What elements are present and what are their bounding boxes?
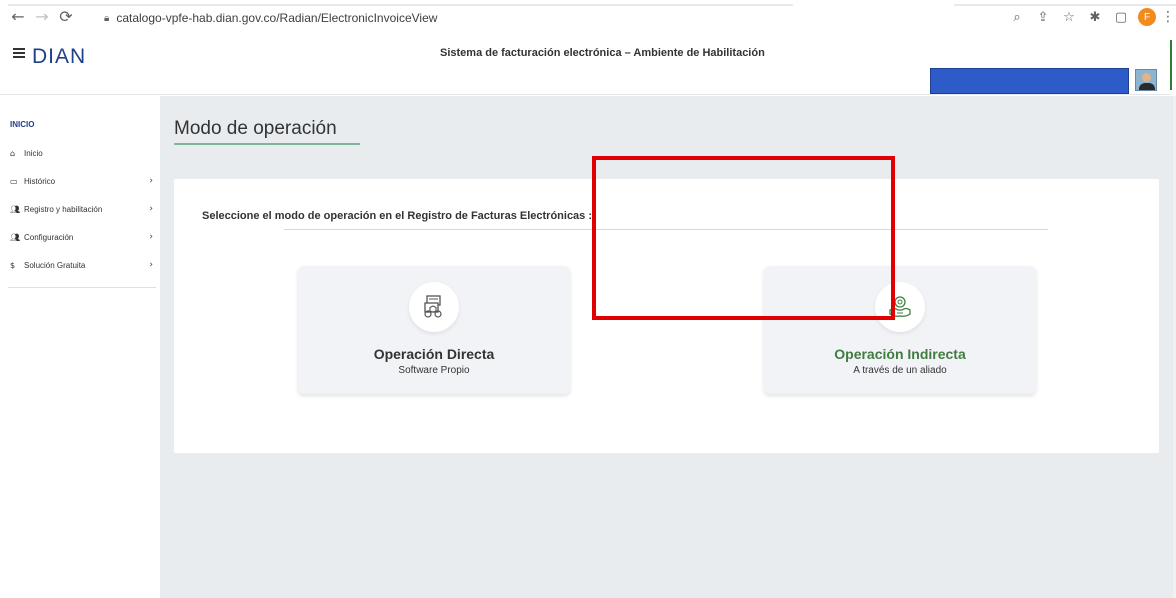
menu-icon[interactable] — [13, 48, 25, 58]
lock-icon: 🔒︎ — [104, 12, 110, 24]
history-icon: ▭ — [10, 176, 18, 186]
sidebar-item-historico[interactable]: ▭ Histórico › — [10, 173, 153, 189]
sidebar-item-label: Registro y habilitación — [24, 204, 103, 214]
star-icon[interactable]: ☆ — [1058, 6, 1080, 28]
dollar-icon: $ — [10, 260, 16, 270]
sidebar-item-label: Histórico — [24, 176, 56, 186]
profile-avatar[interactable]: F — [1138, 8, 1156, 26]
extensions-icon[interactable]: ✱ — [1084, 6, 1106, 28]
card-heading: Seleccione el modo de operación en el Re… — [202, 210, 593, 222]
user-name-box[interactable] — [930, 68, 1129, 94]
option-title: Operación Indirecta — [834, 346, 966, 362]
option-title: Operación Directa — [373, 346, 495, 362]
user-avatar[interactable] — [1135, 69, 1157, 91]
chevron-right-icon: › — [149, 260, 153, 270]
title-underline — [174, 143, 360, 145]
back-icon[interactable]: ← — [6, 4, 30, 28]
users-icon: 👥︎ — [10, 232, 21, 242]
address-bar[interactable]: 🔒︎ catalogo-vpfe-hab.dian.gov.co/Radian/… — [104, 10, 437, 26]
home-icon: ⌂ — [10, 148, 16, 158]
chevron-right-icon: › — [149, 204, 153, 214]
chevron-right-icon: › — [149, 232, 153, 242]
sidebar-item-registro[interactable]: 👥︎ Registro y habilitación › — [10, 201, 153, 217]
dian-logo[interactable]: DIAN — [32, 45, 86, 69]
share-icon[interactable]: ⇪ — [1032, 6, 1054, 28]
page-title: Modo de operación — [174, 118, 337, 139]
forward-icon[interactable]: → — [30, 4, 54, 28]
sidebar: INICIO ⌂ Inicio ▭ Histórico › 👥︎ Registr… — [0, 96, 160, 598]
sidebar-item-label: Inicio — [24, 148, 43, 158]
sidebar-divider — [8, 287, 156, 288]
sidebar-item-label: Solución Gratuita — [24, 260, 86, 270]
browser-actions: ⌕ ⇪ ☆ ✱ ▢ F ⋮ — [1002, 6, 1176, 28]
tab-strip — [8, 4, 793, 6]
kebab-icon[interactable]: ⋮ — [1160, 9, 1176, 25]
sidebar-item-inicio[interactable]: ⌂ Inicio — [10, 145, 153, 161]
sidebar-item-configuracion[interactable]: 👥︎ Configuración › — [10, 229, 153, 245]
zoom-icon[interactable]: ⌕ — [1006, 6, 1028, 28]
chevron-right-icon: › — [149, 176, 153, 186]
option-subtitle: A través de un aliado — [853, 365, 947, 376]
highlight-box — [592, 156, 895, 320]
app-header: DIAN Sistema de facturación electrónica … — [0, 32, 1170, 95]
option-operacion-directa[interactable]: Operación Directa Software Propio — [298, 266, 570, 394]
header-title: Sistema de facturación electrónica – Amb… — [440, 47, 765, 59]
reload-icon[interactable]: ⟳ — [54, 4, 78, 28]
sidebar-item-solucion-gratuita[interactable]: $ Solución Gratuita › — [10, 257, 153, 273]
software-icon — [409, 282, 459, 332]
browser-toolbar: ← → ⟳ 🔒︎ catalogo-vpfe-hab.dian.gov.co/R… — [0, 0, 1176, 32]
sidebar-section-title: INICIO — [10, 120, 35, 129]
url-text: catalogo-vpfe-hab.dian.gov.co/Radian/Ele… — [116, 11, 438, 25]
option-subtitle: Software Propio — [398, 365, 470, 376]
sidepanel-icon[interactable]: ▢ — [1110, 6, 1132, 28]
sidebar-item-label: Configuración — [24, 232, 74, 242]
right-accent-bar — [1170, 40, 1172, 90]
users-icon: 👥︎ — [10, 204, 21, 214]
